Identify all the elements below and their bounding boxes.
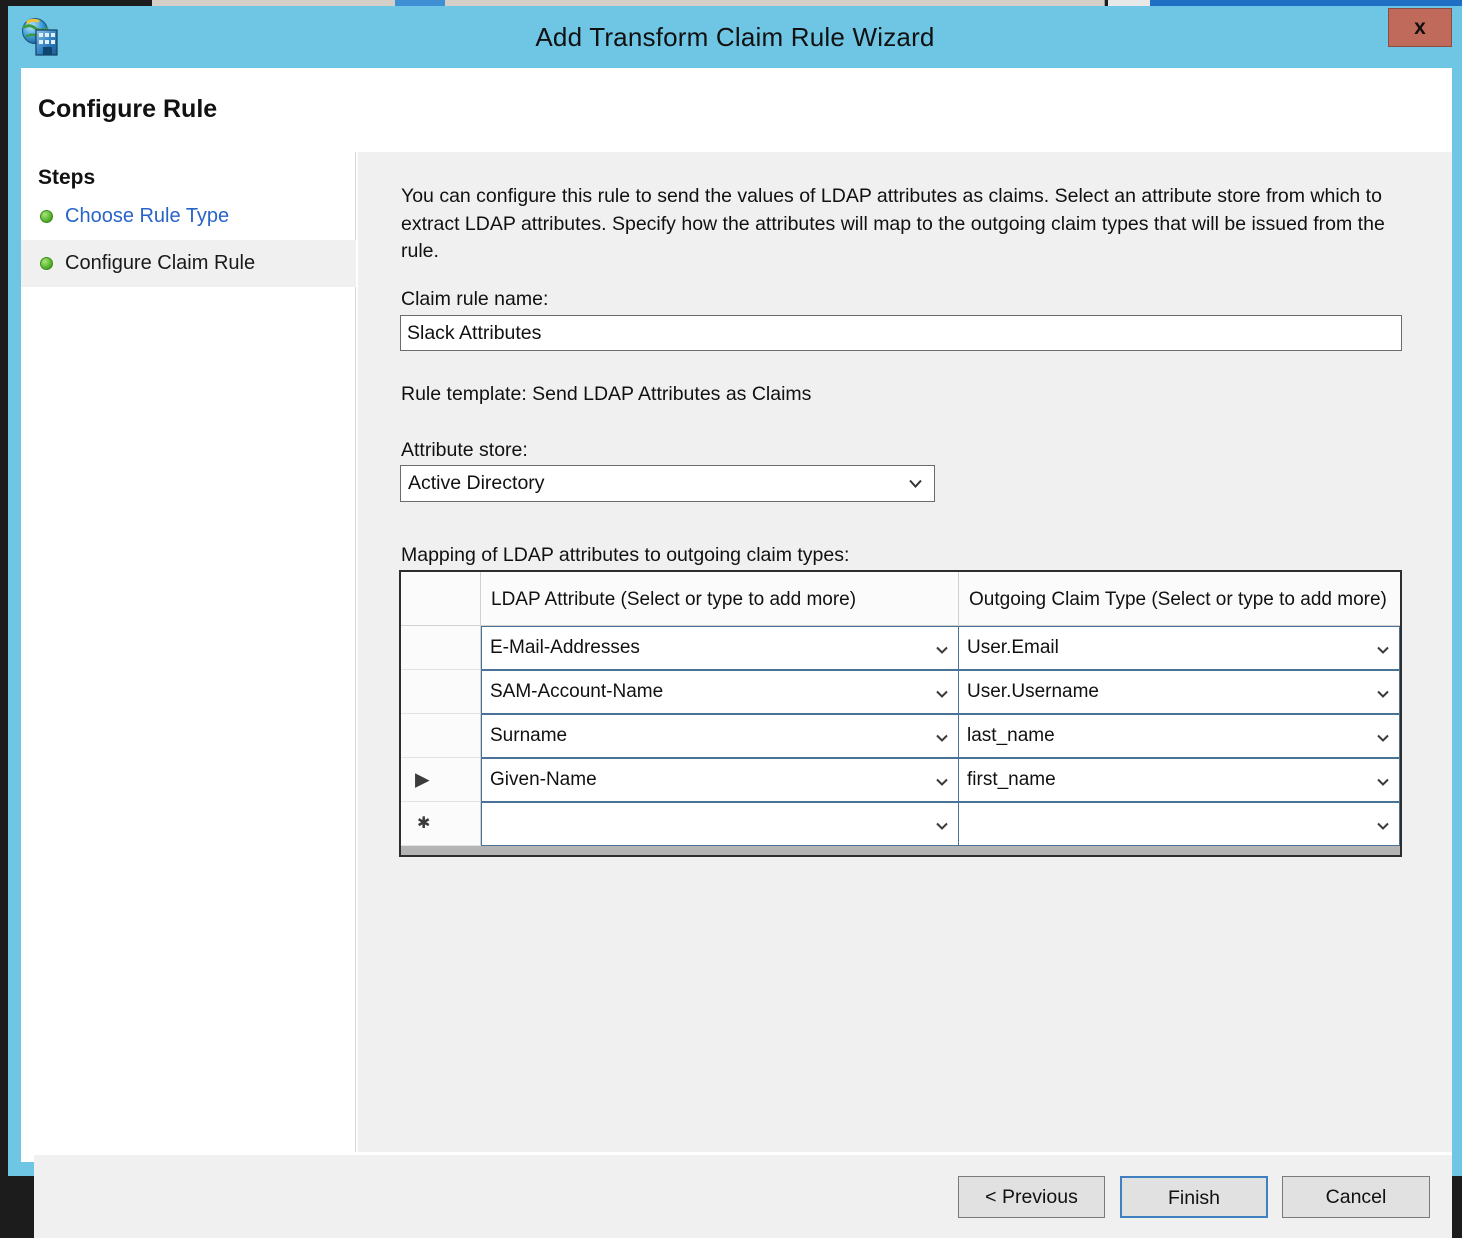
new-row-asterisk-icon: ✱ [417, 816, 430, 832]
row-header-cell[interactable] [401, 714, 481, 758]
cell-value: User.Username [967, 681, 1099, 703]
chevron-down-icon[interactable] [1376, 773, 1390, 787]
grid-column-header-ldap-attribute[interactable]: LDAP Attribute (Select or type to add mo… [481, 572, 959, 626]
dialog-titlebar: Add Transform Claim Rule Wizard x [8, 6, 1462, 68]
cell-value: last_name [967, 725, 1055, 747]
ldap-attribute-dropdown[interactable]: Given-Name [481, 758, 959, 802]
row-header-cell-current[interactable]: ▶ [401, 758, 481, 802]
ldap-attribute-dropdown[interactable]: Surname [481, 714, 959, 758]
chevron-down-icon[interactable] [935, 817, 949, 831]
sidebar-item-choose-rule-type[interactable]: Choose Rule Type [21, 193, 356, 240]
outgoing-claim-type-dropdown[interactable]: first_name [959, 758, 1400, 802]
chevron-down-icon[interactable] [935, 729, 949, 743]
footer-left-panel [34, 1152, 357, 1238]
chevron-down-icon[interactable] [935, 685, 949, 699]
content-pane: You can configure this rule to send the … [357, 152, 1452, 1162]
chevron-down-icon[interactable] [935, 641, 949, 655]
row-header-cell[interactable] [401, 626, 481, 670]
steps-heading: Steps [38, 166, 95, 190]
page-title: Configure Rule [38, 95, 217, 124]
attribute-store-label: Attribute store: [401, 439, 528, 462]
cell-value: SAM-Account-Name [490, 681, 663, 703]
outgoing-claim-type-dropdown[interactable]: User.Username [959, 670, 1400, 714]
chevron-down-icon[interactable] [1376, 817, 1390, 831]
table-row[interactable]: SAM-Account-Name User.Username [401, 670, 1400, 714]
grid-corner-cell [401, 572, 481, 626]
rule-template-label: Rule template: Send LDAP Attributes as C… [401, 383, 811, 406]
chevron-down-icon[interactable] [1376, 729, 1390, 743]
dialog-footer: < Previous Finish Cancel [357, 1152, 1452, 1238]
outgoing-claim-type-dropdown[interactable] [959, 802, 1400, 846]
close-icon[interactable]: x [1388, 8, 1452, 47]
chevron-down-icon[interactable] [1376, 685, 1390, 699]
cell-value: User.Email [967, 637, 1059, 659]
step-complete-icon [40, 210, 53, 223]
table-row-new[interactable]: ✱ [401, 802, 1400, 846]
row-header-cell-new[interactable]: ✱ [401, 802, 481, 846]
add-transform-claim-rule-wizard-dialog: Add Transform Claim Rule Wizard x Config… [8, 6, 1462, 1176]
rule-description-text: You can configure this rule to send the … [401, 183, 1413, 266]
previous-button[interactable]: < Previous [958, 1176, 1105, 1218]
attribute-store-dropdown[interactable]: Active Directory [400, 465, 935, 502]
ldap-attribute-dropdown[interactable]: SAM-Account-Name [481, 670, 959, 714]
cell-value: E-Mail-Addresses [490, 637, 640, 659]
grid-column-header-outgoing-claim-type[interactable]: Outgoing Claim Type (Select or type to a… [959, 572, 1400, 626]
table-row[interactable]: ▶ Given-Name first_name [401, 758, 1400, 802]
claim-mapping-grid: LDAP Attribute (Select or type to add mo… [399, 570, 1402, 857]
outgoing-claim-type-dropdown[interactable]: last_name [959, 714, 1400, 758]
sidebar-item-configure-claim-rule[interactable]: Configure Claim Rule [21, 240, 356, 287]
sidebar-item-label: Choose Rule Type [65, 205, 229, 228]
step-complete-icon [40, 257, 53, 270]
ldap-attribute-dropdown[interactable] [481, 802, 959, 846]
row-header-cell[interactable] [401, 670, 481, 714]
steps-sidebar: Steps Choose Rule Type Configure Claim R… [21, 152, 356, 1162]
table-row[interactable]: Surname last_name [401, 714, 1400, 758]
table-row[interactable]: E-Mail-Addresses User.Email [401, 626, 1400, 670]
mapping-label: Mapping of LDAP attributes to outgoing c… [401, 544, 849, 567]
attribute-store-value: Active Directory [408, 472, 545, 495]
cancel-button[interactable]: Cancel [1282, 1176, 1430, 1218]
cell-value: Given-Name [490, 769, 597, 791]
claim-rule-name-label: Claim rule name: [401, 288, 548, 311]
chevron-down-icon[interactable] [1376, 641, 1390, 655]
outgoing-claim-type-dropdown[interactable]: User.Email [959, 626, 1400, 670]
chevron-down-icon [908, 476, 923, 491]
finish-button[interactable]: Finish [1120, 1176, 1268, 1218]
claim-rule-name-input[interactable] [400, 315, 1402, 351]
chevron-down-icon[interactable] [935, 773, 949, 787]
ldap-attribute-dropdown[interactable]: E-Mail-Addresses [481, 626, 959, 670]
current-row-arrow-icon: ▶ [415, 770, 430, 789]
sidebar-item-label: Configure Claim Rule [65, 252, 255, 275]
dialog-body: Configure Rule Steps Choose Rule Type Co… [21, 68, 1452, 1162]
dialog-title: Add Transform Claim Rule Wizard [8, 22, 1462, 53]
grid-header-row: LDAP Attribute (Select or type to add mo… [401, 572, 1400, 626]
cell-value: first_name [967, 769, 1056, 791]
cell-value: Surname [490, 725, 567, 747]
